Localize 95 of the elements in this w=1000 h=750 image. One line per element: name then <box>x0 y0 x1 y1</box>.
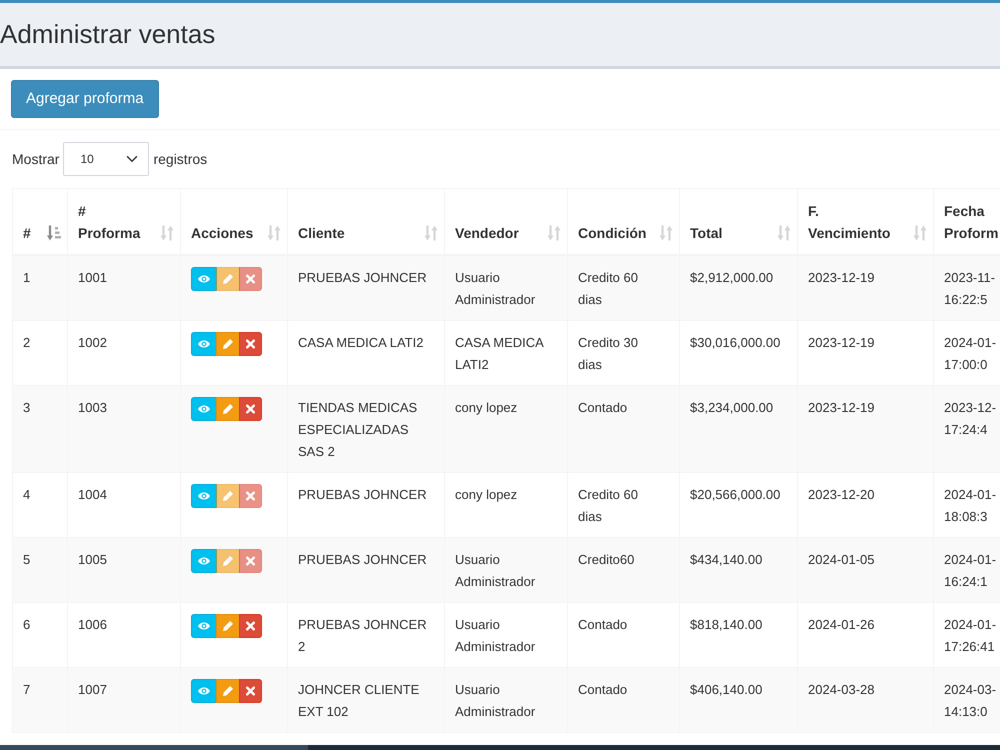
delete-button[interactable] <box>239 678 262 702</box>
table-cell: 6 <box>12 602 68 667</box>
eye-icon <box>198 338 210 348</box>
eye-icon <box>198 404 210 414</box>
table-cell: PRUEBAS JOHNCER <box>288 254 444 320</box>
table-cell: $2,912,000.00 <box>680 254 798 320</box>
view-button[interactable] <box>191 266 217 290</box>
column-header[interactable]: # <box>12 188 68 254</box>
table-cell: 1 <box>12 254 68 320</box>
records-label: registros <box>153 150 208 169</box>
table-cell: Contado <box>568 602 680 667</box>
view-button[interactable] <box>191 678 217 702</box>
table-cell: Contado <box>568 667 680 732</box>
view-button[interactable] <box>191 396 217 420</box>
page-title: Administrar ventas <box>0 20 216 49</box>
table-cell: Contado <box>568 385 680 472</box>
edit-button[interactable] <box>216 614 240 638</box>
pencil-icon <box>223 272 233 284</box>
table-cell: $406,140.00 <box>680 667 798 732</box>
table-cell: 2023-11- 16:22:5 <box>934 254 1000 320</box>
table-cell: 1007 <box>68 667 180 732</box>
pencil-icon <box>223 338 233 350</box>
table-cell: 1001 <box>68 254 180 320</box>
table-cell: $30,016,000.00 <box>680 320 798 385</box>
table-cell: 1003 <box>68 385 180 472</box>
cross-icon <box>246 404 255 414</box>
cross-icon <box>246 686 255 696</box>
cross-icon <box>246 338 255 348</box>
eye-icon <box>198 490 210 500</box>
pencil-icon <box>223 620 233 632</box>
table-cell: $3,234,000.00 <box>680 385 798 472</box>
table-cell: Credito 60 dias <box>568 472 680 537</box>
table-cell: 2024-01-26 <box>798 602 934 667</box>
cross-icon <box>246 556 255 566</box>
table-cell: PRUEBAS JOHNCER <box>288 472 444 537</box>
table-cell: 2023-12-19 <box>798 254 934 320</box>
table-cell: PRUEBAS JOHNCER <box>288 537 444 602</box>
table-cell: 1004 <box>68 472 180 537</box>
table-cell: Credito 30 dias <box>568 320 680 385</box>
add-proforma-button[interactable]: Agregar proforma <box>11 80 159 118</box>
pencil-icon <box>223 684 233 696</box>
table-cell: cony lopez <box>444 385 568 472</box>
table-cell: Credito60 <box>568 537 680 602</box>
table-cell: 2024-03-28 <box>798 667 934 732</box>
table-cell: 2024-01- 16:24:1 <box>934 537 1000 602</box>
table-cell: 1005 <box>68 537 180 602</box>
table-cell: 5 <box>12 537 68 602</box>
view-button[interactable] <box>191 548 217 572</box>
edit-button[interactable] <box>216 396 240 420</box>
table-cell: CASA MEDICA LATI2 <box>288 320 444 385</box>
delete-button[interactable] <box>239 332 262 356</box>
table-cell: $818,140.00 <box>680 602 798 667</box>
edit-button[interactable] <box>216 332 240 356</box>
pencil-icon <box>223 490 233 502</box>
table-cell: 1002 <box>68 320 180 385</box>
table-cell: Usuario Administrador <box>444 602 568 667</box>
table-cell: JOHNCER CLIENTE EXT 102 <box>288 667 444 732</box>
table-cell: 7 <box>12 667 68 732</box>
show-label: Mostrar <box>12 150 60 168</box>
delete-button[interactable] <box>239 396 262 420</box>
table-cell: 2 <box>12 320 68 385</box>
eye-icon <box>198 274 210 284</box>
table-cell: Usuario Administrador <box>444 667 568 732</box>
table-cell: 4 <box>12 472 68 537</box>
table-cell: Usuario Administrador <box>444 537 568 602</box>
table-cell: $20,566,000.00 <box>680 472 798 537</box>
table-cell: PRUEBAS JOHNCER 2 <box>288 602 444 667</box>
table-cell: 2023-12-19 <box>798 385 934 472</box>
eye-icon <box>198 556 210 566</box>
table-cell: 1006 <box>68 602 180 667</box>
delete-button[interactable] <box>239 614 262 638</box>
table-cell: $434,140.00 <box>680 537 798 602</box>
view-button[interactable] <box>191 614 217 638</box>
cross-icon <box>246 274 255 284</box>
table-cell: 2024-03- 14:13:0 <box>934 667 1000 732</box>
pencil-icon <box>223 554 233 566</box>
cross-icon <box>246 620 255 630</box>
table-cell: 2023-12- 17:24:4 <box>934 385 1000 472</box>
table-cell: CASA MEDICA LATI2 <box>444 320 568 385</box>
table-cell: cony lopez <box>444 472 568 537</box>
view-button[interactable] <box>191 332 217 356</box>
edit-button[interactable] <box>216 678 240 702</box>
cross-icon <box>246 490 255 500</box>
view-button[interactable] <box>191 484 217 508</box>
pencil-icon <box>223 402 233 414</box>
table-cell: 2023-12-19 <box>798 320 934 385</box>
eye-icon <box>198 686 210 696</box>
table-cell: 2023-12-20 <box>798 472 934 537</box>
table-cell: TIENDAS MEDICAS ESPECIALIZADAS SAS 2 <box>288 385 444 472</box>
eye-icon <box>198 620 210 630</box>
table-cell: Usuario Administrador <box>444 254 568 320</box>
table-cell: 2024-01-05 <box>798 537 934 602</box>
page-size-select[interactable]: 10 <box>63 142 150 176</box>
table-cell: Credito 60 dias <box>568 254 680 320</box>
table-cell: 3 <box>12 385 68 472</box>
